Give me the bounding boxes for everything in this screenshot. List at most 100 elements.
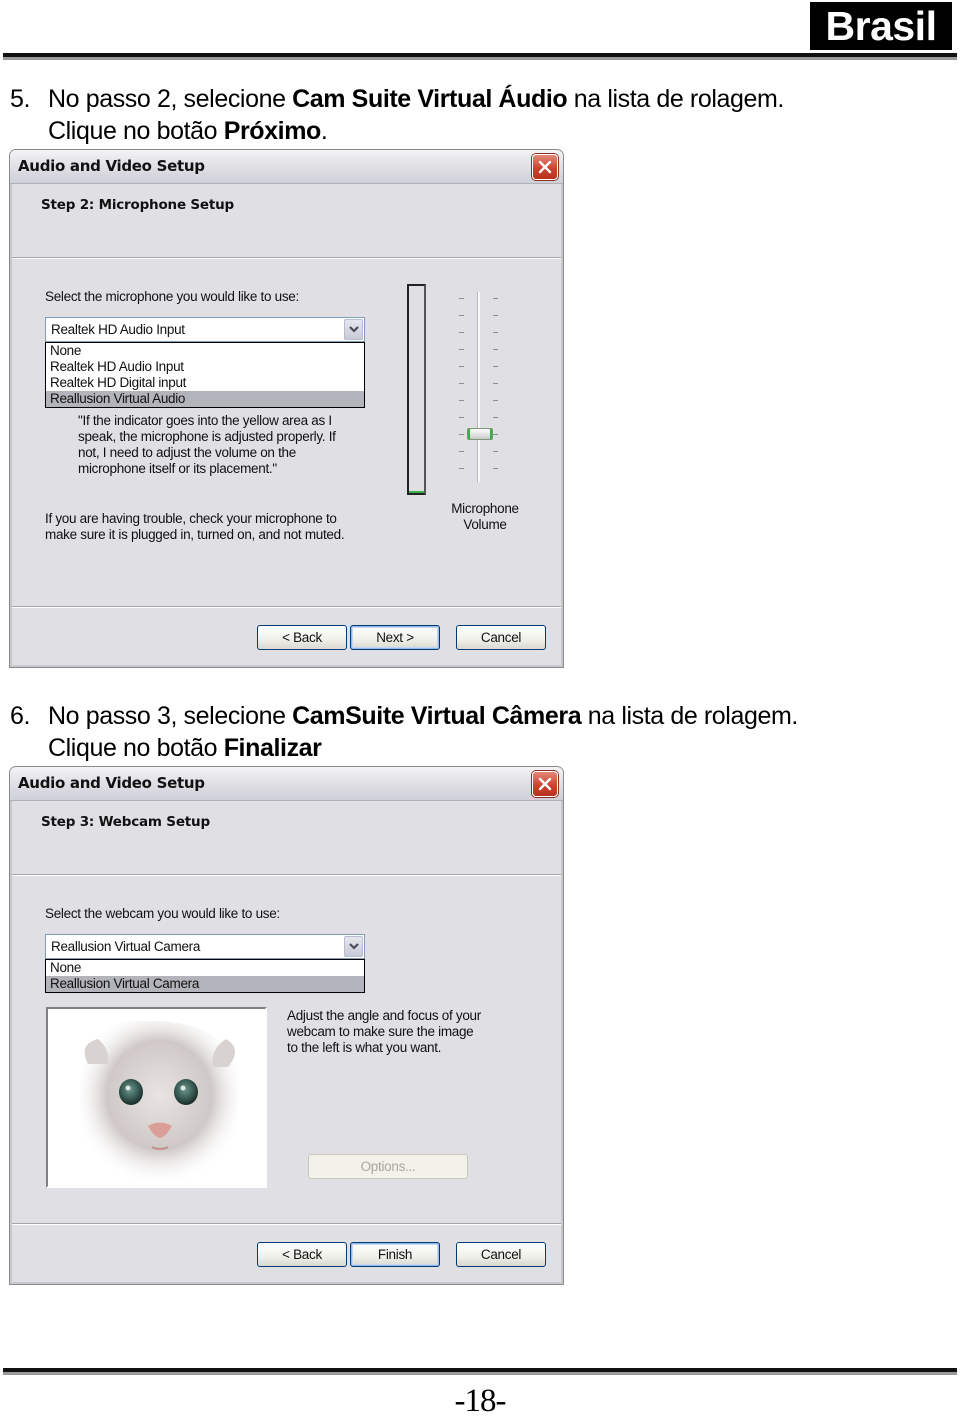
slider-tick xyxy=(493,366,498,367)
webcam-adjust-text: Adjust the angle and focus of your webca… xyxy=(287,1008,481,1056)
webcam-setup-dialog: Audio and Video Setup Step 3: Webcam Set… xyxy=(9,766,564,1285)
next-button[interactable]: Next > xyxy=(350,625,440,650)
dropdown-option[interactable]: Realtek HD Digital input xyxy=(46,375,364,391)
slider-tick xyxy=(459,332,464,333)
slider-tick xyxy=(459,366,464,367)
input-level-fill xyxy=(409,490,424,493)
combo-value: Realtek HD Audio Input xyxy=(51,322,185,337)
instruction-text: Clique no botão xyxy=(48,734,224,762)
footer-separator xyxy=(12,606,561,608)
slider-tick xyxy=(493,315,498,316)
instruction-text: No passo 3, selecione xyxy=(48,702,293,730)
volume-label-line: Volume xyxy=(463,517,507,532)
instruction-number: 6. xyxy=(10,702,31,730)
header-rule xyxy=(3,53,957,61)
combo-value: Reallusion Virtual Camera xyxy=(51,939,201,954)
instruction-line-1: 6. No passo 3, selecione CamSuite Virtual… xyxy=(10,700,798,732)
dropdown-option[interactable]: None xyxy=(46,960,364,976)
microphone-setup-dialog: Audio and Video Setup Step 2: Microphone… xyxy=(9,149,564,668)
close-button[interactable] xyxy=(532,154,558,180)
input-level-meter xyxy=(407,284,426,495)
dropdown-option-selected[interactable]: Reallusion Virtual Audio xyxy=(46,391,364,407)
slider-tick xyxy=(459,468,464,469)
webcam-dropdown-list: None Reallusion Virtual Camera xyxy=(45,959,365,993)
instruction-bold: Finalizar xyxy=(223,734,322,762)
troubleshooting-text: If you are having trouble, check your mi… xyxy=(45,511,345,543)
trouble-line: If you are having trouble, check your mi… xyxy=(45,511,337,526)
dropdown-option-selected[interactable]: Reallusion Virtual Camera xyxy=(46,976,364,992)
adjust-line: to the left is what you want. xyxy=(287,1040,442,1055)
step-header: Step 3: Webcam Setup xyxy=(12,802,561,876)
step-title: Step 2: Microphone Setup xyxy=(41,197,235,213)
options-button[interactable]: Options... xyxy=(308,1154,468,1179)
finish-button[interactable]: Finish xyxy=(350,1242,440,1267)
microphone-volume-label: Microphone Volume xyxy=(435,501,535,533)
dialog-title: Audio and Video Setup xyxy=(18,774,205,792)
adjust-line: Adjust the angle and focus of your xyxy=(287,1008,481,1023)
dropdown-option[interactable]: None xyxy=(46,343,364,359)
close-icon xyxy=(538,777,552,791)
slider-tick xyxy=(459,434,464,435)
back-button[interactable]: < Back xyxy=(257,625,347,650)
instruction-step-6: 6. No passo 3, selecione CamSuite Virtual… xyxy=(10,700,798,764)
dropdown-button[interactable] xyxy=(344,936,363,957)
instruction-line-2: Clique no botão Finalizar xyxy=(10,732,798,764)
instruction-line-1: 5. No passo 2, selecione Cam Suite Virtua… xyxy=(10,83,784,115)
slider-track xyxy=(477,292,480,482)
cancel-button[interactable]: Cancel xyxy=(456,1242,546,1267)
quote-line: speak, the microphone is adjusted proper… xyxy=(78,429,336,444)
kitten-image xyxy=(48,1009,265,1186)
instruction-text: na lista de rolagem. xyxy=(567,85,785,113)
instruction-bold: Próximo xyxy=(223,117,322,145)
step-title: Step 3: Webcam Setup xyxy=(41,814,210,830)
microphone-volume-slider[interactable] xyxy=(450,292,506,482)
slider-tick xyxy=(493,332,498,333)
microphone-combobox[interactable]: Realtek HD Audio Input xyxy=(45,317,365,342)
slider-tick xyxy=(459,298,464,299)
instruction-step-5: 5. No passo 2, selecione Cam Suite Virtua… xyxy=(10,83,784,147)
instruction-bold: CamSuite Virtual Câmera xyxy=(292,702,582,730)
title-bar[interactable]: Audio and Video Setup xyxy=(10,150,563,184)
webcam-combobox[interactable]: Reallusion Virtual Camera xyxy=(45,934,365,959)
step-header: Step 2: Microphone Setup xyxy=(12,185,561,259)
footer-separator xyxy=(12,1223,561,1225)
slider-tick xyxy=(459,417,464,418)
instruction-number: 5. xyxy=(10,85,31,113)
trouble-line: make sure it is plugged in, turned on, a… xyxy=(45,527,345,542)
slider-tick xyxy=(493,451,498,452)
instruction-text: Clique no botão xyxy=(48,117,224,145)
slider-thumb[interactable] xyxy=(467,428,493,440)
quote-line: "If the indicator goes into the yellow a… xyxy=(78,413,332,428)
chevron-down-icon xyxy=(349,943,359,950)
title-bar[interactable]: Audio and Video Setup xyxy=(10,767,563,801)
instruction-bold: Cam Suite Virtual Áudio xyxy=(292,85,568,113)
close-icon xyxy=(538,160,552,174)
slider-tick xyxy=(493,434,498,435)
instruction-text: . xyxy=(320,117,328,145)
adjust-line: webcam to make sure the image xyxy=(287,1024,474,1039)
dropdown-button[interactable] xyxy=(344,319,363,340)
webcam-preview xyxy=(46,1007,267,1188)
select-microphone-label: Select the microphone you would like to … xyxy=(45,289,299,304)
volume-label-line: Microphone xyxy=(451,501,519,516)
slider-tick xyxy=(493,468,498,469)
slider-tick xyxy=(459,383,464,384)
page-number: -18- xyxy=(454,1383,507,1416)
dropdown-option[interactable]: Realtek HD Audio Input xyxy=(46,359,364,375)
instruction-text: na lista de rolagem. xyxy=(581,702,799,730)
dialog-title: Audio and Video Setup xyxy=(18,157,205,175)
footer-rule xyxy=(3,1368,957,1376)
quote-line: microphone itself or its placement." xyxy=(78,461,277,476)
back-button[interactable]: < Back xyxy=(257,1242,347,1267)
cancel-button[interactable]: Cancel xyxy=(456,625,546,650)
slider-tick xyxy=(493,298,498,299)
slider-tick xyxy=(459,400,464,401)
microphone-dropdown-list: None Realtek HD Audio Input Realtek HD D… xyxy=(45,342,365,408)
quote-line: not, I need to adjust the volume on the xyxy=(78,445,296,460)
instruction-text: No passo 2, selecione xyxy=(48,85,293,113)
instruction-line-2: Clique no botão Próximo. xyxy=(10,115,784,147)
close-button[interactable] xyxy=(532,771,558,797)
slider-tick xyxy=(459,349,464,350)
chevron-down-icon xyxy=(349,326,359,333)
slider-tick xyxy=(493,400,498,401)
